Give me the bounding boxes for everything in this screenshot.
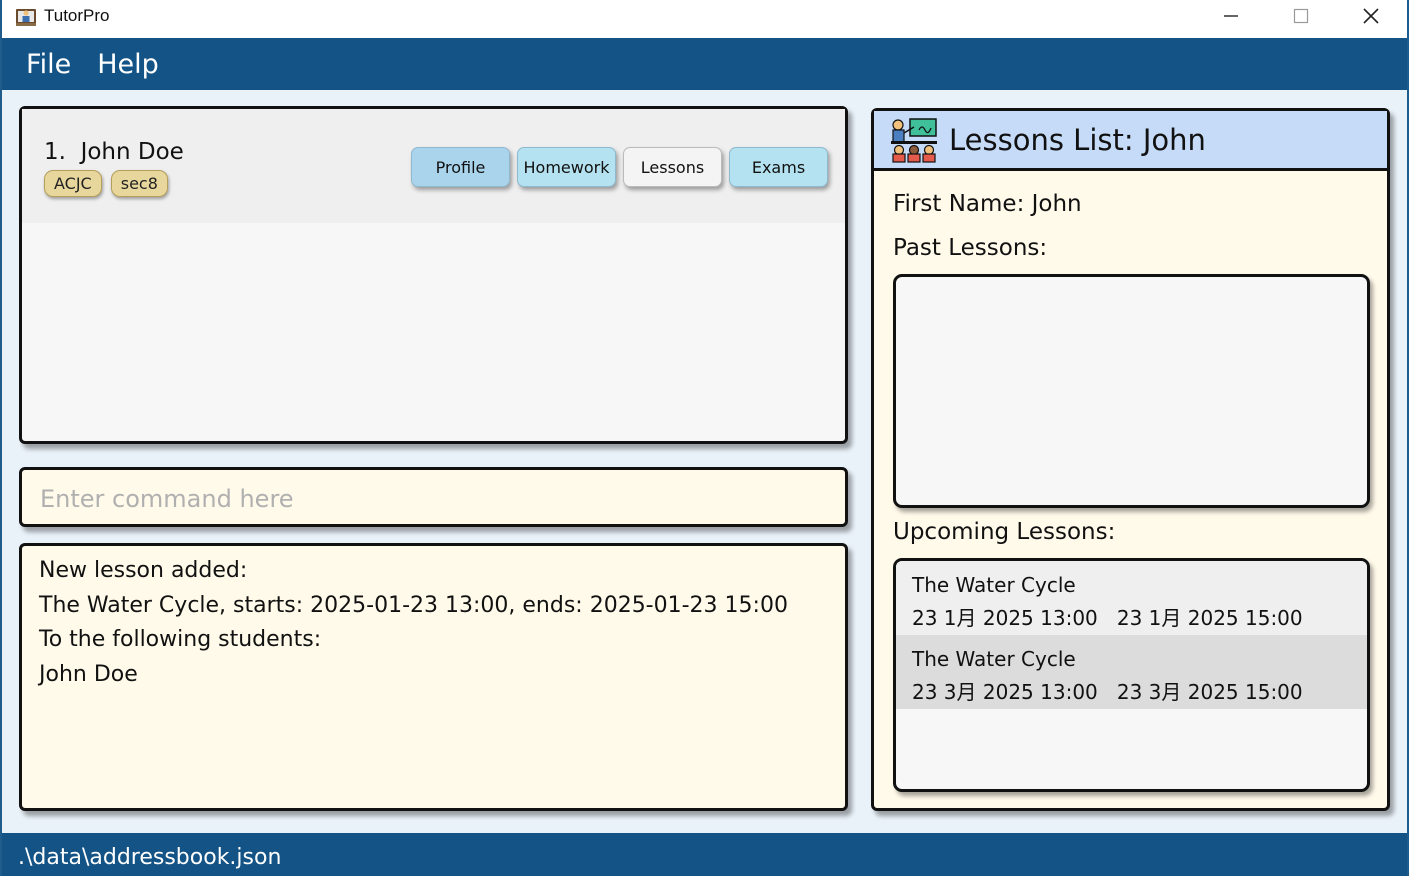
- lesson-title: The Water Cycle: [912, 647, 1076, 671]
- lessons-panel-title: Lessons List: John: [949, 123, 1206, 157]
- person-list-panel: 1. John Doe ACJC sec8 Profile Homework L…: [19, 106, 848, 444]
- lessons-panel: Lessons List: John First Name: John Past…: [871, 108, 1390, 811]
- lesson-list-item[interactable]: The Water Cycle 23 3月 2025 13:00 23 3月 2…: [896, 635, 1367, 709]
- menu-bar: File Help: [2, 38, 1407, 90]
- tutor-app-icon: [16, 9, 36, 26]
- exams-button[interactable]: Exams: [729, 147, 828, 187]
- past-lessons-label: Past Lessons:: [893, 235, 1048, 261]
- tag: ACJC: [44, 170, 102, 197]
- first-name-label: First Name: John: [893, 191, 1082, 217]
- command-input[interactable]: [40, 482, 820, 516]
- lesson-time: 23 3月 2025 13:00 23 3月 2025 15:00: [912, 680, 1303, 704]
- upcoming-lessons-list[interactable]: The Water Cycle 23 1月 2025 13:00 23 1月 2…: [893, 558, 1370, 792]
- menu-help[interactable]: Help: [97, 49, 159, 80]
- profile-button[interactable]: Profile: [411, 147, 510, 187]
- menu-file[interactable]: File: [26, 49, 71, 80]
- result-display: New lesson added: The Water Cycle, start…: [19, 543, 848, 811]
- homework-button[interactable]: Homework: [517, 147, 616, 187]
- maximize-icon: [1293, 8, 1309, 24]
- result-line: To the following students:: [39, 627, 322, 652]
- tag-list: ACJC sec8: [44, 170, 168, 197]
- lessons-panel-header: Lessons List: John: [874, 111, 1387, 171]
- person-tabs: Profile Homework Lessons Exams: [411, 147, 828, 187]
- result-line: The Water Cycle, starts: 2025-01-23 13:0…: [39, 593, 788, 618]
- result-line: New lesson added:: [39, 558, 248, 583]
- person-card[interactable]: 1. John Doe ACJC sec8 Profile Homework L…: [22, 109, 845, 223]
- command-box: [19, 467, 848, 527]
- status-bar: .\data\addressbook.json: [2, 833, 1407, 876]
- title-bar: TutorPro: [2, 0, 1407, 38]
- upcoming-lessons-label: Upcoming Lessons:: [893, 519, 1116, 545]
- app-window: TutorPro File Help 1. John Doe ACJC sec8…: [0, 0, 1409, 876]
- close-icon: [1363, 8, 1379, 24]
- person-name: 1. John Doe: [44, 139, 184, 165]
- result-line: John Doe: [39, 662, 138, 687]
- file-path-label: .\data\addressbook.json: [18, 845, 282, 870]
- maximize-button[interactable]: [1266, 0, 1336, 32]
- tag: sec8: [110, 170, 168, 197]
- close-button[interactable]: [1336, 0, 1406, 32]
- lessons-button[interactable]: Lessons: [623, 147, 722, 187]
- classroom-icon: [891, 118, 937, 163]
- past-lessons-list[interactable]: [893, 274, 1370, 508]
- lesson-time: 23 1月 2025 13:00 23 1月 2025 15:00: [912, 606, 1303, 630]
- minimize-button[interactable]: [1196, 0, 1266, 32]
- lesson-title: The Water Cycle: [912, 573, 1076, 597]
- window-title: TutorPro: [44, 6, 110, 25]
- minimize-icon: [1224, 15, 1238, 17]
- lesson-list-item[interactable]: The Water Cycle 23 1月 2025 13:00 23 1月 2…: [896, 561, 1367, 635]
